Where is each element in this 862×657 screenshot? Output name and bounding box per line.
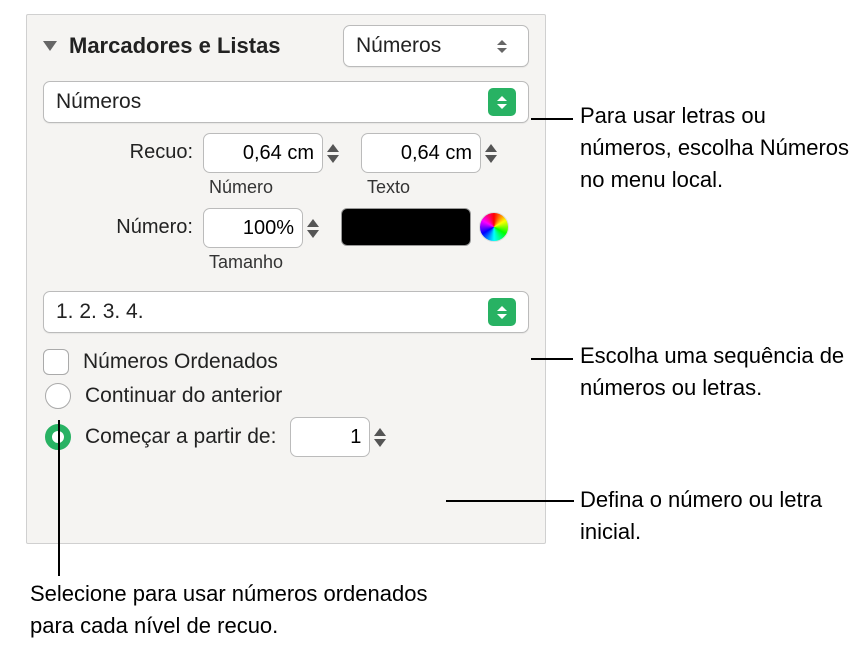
section-header: Marcadores e Listas Números bbox=[43, 25, 529, 67]
bullet-type-value: Números bbox=[56, 90, 141, 114]
number-size-stepper[interactable] bbox=[203, 208, 319, 248]
number-label: Número: bbox=[43, 208, 203, 239]
callout-line bbox=[58, 420, 60, 576]
section-title: Marcadores e Listas bbox=[69, 33, 343, 59]
number-color-well[interactable] bbox=[341, 208, 471, 246]
indent-number-stepper[interactable] bbox=[203, 133, 339, 173]
bullets-lists-panel: Marcadores e Listas Números Números Recu… bbox=[26, 14, 546, 544]
callout-text: Selecione para usar números ordenados pa… bbox=[30, 578, 460, 642]
tiered-numbers-row: Números Ordenados bbox=[43, 349, 529, 375]
stepper-arrows-icon[interactable] bbox=[307, 219, 319, 238]
indent-text-sublabel: Texto bbox=[367, 177, 410, 198]
continue-radio[interactable] bbox=[45, 383, 71, 409]
number-format-value: 1. 2. 3. 4. bbox=[56, 300, 144, 324]
start-from-stepper[interactable] bbox=[290, 417, 380, 457]
bullet-type-popup[interactable]: Números bbox=[43, 81, 529, 123]
popup-arrows-icon bbox=[488, 88, 516, 116]
disclosure-triangle-icon[interactable] bbox=[43, 41, 57, 51]
callout-text: Para usar letras ou números, escolha Núm… bbox=[580, 100, 850, 196]
start-from-input[interactable] bbox=[290, 417, 370, 457]
indent-label: Recuo: bbox=[43, 133, 203, 164]
number-row: Número: Tamanho bbox=[43, 208, 529, 273]
start-from-label: Começar a partir de: bbox=[85, 425, 276, 449]
popup-arrows-icon bbox=[488, 298, 516, 326]
list-style-value: Números bbox=[356, 34, 441, 58]
stepper-arrows-icon[interactable] bbox=[327, 144, 339, 163]
number-size-sublabel: Tamanho bbox=[209, 252, 283, 273]
tiered-numbers-checkbox[interactable] bbox=[43, 349, 69, 375]
number-format-popup[interactable]: 1. 2. 3. 4. bbox=[43, 291, 529, 333]
callout-line bbox=[531, 118, 573, 120]
indent-number-sublabel: Número bbox=[209, 177, 273, 198]
indent-text-stepper[interactable] bbox=[361, 133, 497, 173]
numbering-radio-group: Continuar do anterior Começar a partir d… bbox=[45, 383, 529, 457]
stepper-arrows-icon[interactable] bbox=[485, 144, 497, 163]
callout-text: Escolha uma sequência de números ou letr… bbox=[580, 340, 860, 404]
list-style-popup[interactable]: Números bbox=[343, 25, 529, 67]
callout-line bbox=[446, 500, 574, 502]
callout-text: Defina o número ou letra inicial. bbox=[580, 484, 850, 548]
callout-line bbox=[531, 358, 573, 360]
indent-number-input[interactable] bbox=[203, 133, 323, 173]
continue-radio-label: Continuar do anterior bbox=[85, 384, 282, 408]
number-size-input[interactable] bbox=[203, 208, 303, 248]
tiered-numbers-label: Números Ordenados bbox=[83, 350, 278, 374]
indent-row: Recuo: Número Texto bbox=[43, 133, 529, 198]
stepper-arrows-icon[interactable] bbox=[374, 428, 386, 447]
indent-text-input[interactable] bbox=[361, 133, 481, 173]
color-wheel-icon[interactable] bbox=[479, 212, 509, 242]
